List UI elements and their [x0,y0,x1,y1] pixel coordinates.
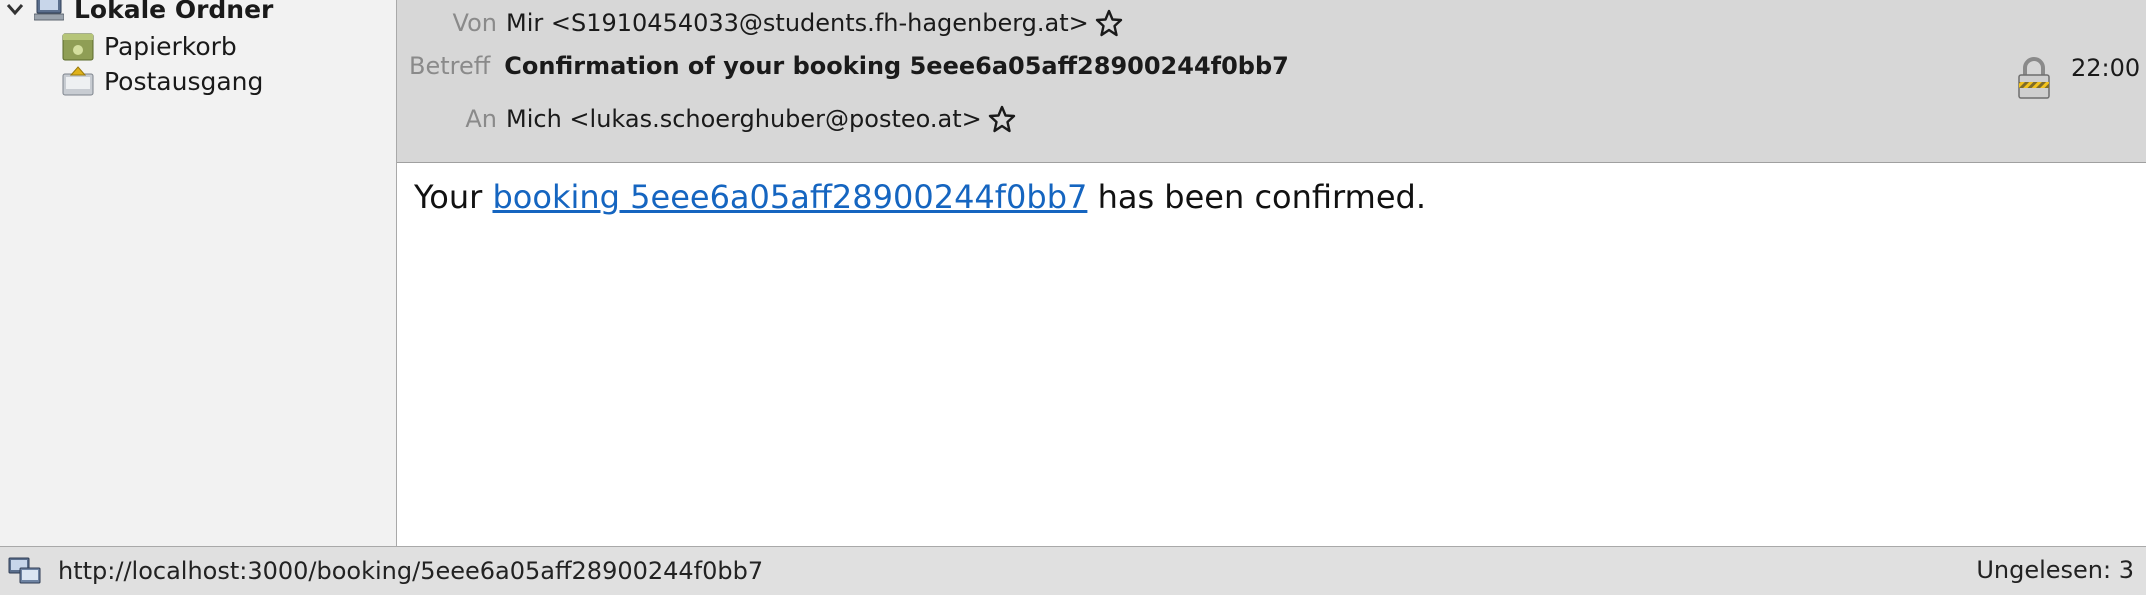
star-icon[interactable] [988,105,1016,133]
chevron-down-icon[interactable] [4,0,26,20]
header-subject-label: Betreff [409,52,491,80]
lock-icon[interactable] [2017,56,2051,100]
status-url: http://localhost:3000/booking/5eee6a05af… [58,557,764,585]
message-date: 22:00 [2071,54,2141,82]
header-subject-value: Confirmation of your booking 5eee6a05aff… [504,52,1289,80]
folder-item-label: Postausgang [104,66,264,96]
header-subject-row: Betreff Confirmation of your booking 5ee… [409,52,1289,80]
folder-pane: Lokale Ordner Papierkorb Postausgang [0,0,397,546]
header-to-value[interactable]: Mich <lukas.schoerghuber@posteo.at> [506,105,982,133]
message-text-prefix: Your [414,178,493,216]
unread-count: Ungelesen: 3 [1976,556,2134,584]
online-status-icon[interactable] [8,556,42,586]
folder-item-postausgang[interactable]: Postausgang [62,64,263,98]
header-to-row: An Mich <lukas.schoerghuber@posteo.at> [397,102,1016,136]
computer-icon [34,0,64,21]
header-from-label: Von [452,9,497,37]
message-text-suffix: has been confirmed. [1087,178,1426,216]
message-header: Von Mir <S1910454033@students.fh-hagenbe… [397,0,2146,163]
header-from-row: Von Mir <S1910454033@students.fh-hagenbe… [397,6,1123,40]
booking-link[interactable]: booking 5eee6a05aff28900244f0bb7 [492,178,1087,216]
folder-item-papierkorb[interactable]: Papierkorb [62,29,237,63]
folder-tree-root-lokale-ordner[interactable]: Lokale Ordner [0,0,273,26]
header-from-value[interactable]: Mir <S1910454033@students.fh-hagenberg.a… [506,9,1089,37]
status-bar: http://localhost:3000/booking/5eee6a05af… [0,546,2146,595]
folder-tree-root-label: Lokale Ordner [74,0,274,24]
outbox-folder-icon [62,66,94,96]
message-body: Your booking 5eee6a05aff28900244f0bb7 ha… [414,178,1426,216]
folder-item-label: Papierkorb [104,31,237,61]
trash-folder-icon [62,33,94,61]
header-to-label: An [465,105,497,133]
star-icon[interactable] [1095,9,1123,37]
